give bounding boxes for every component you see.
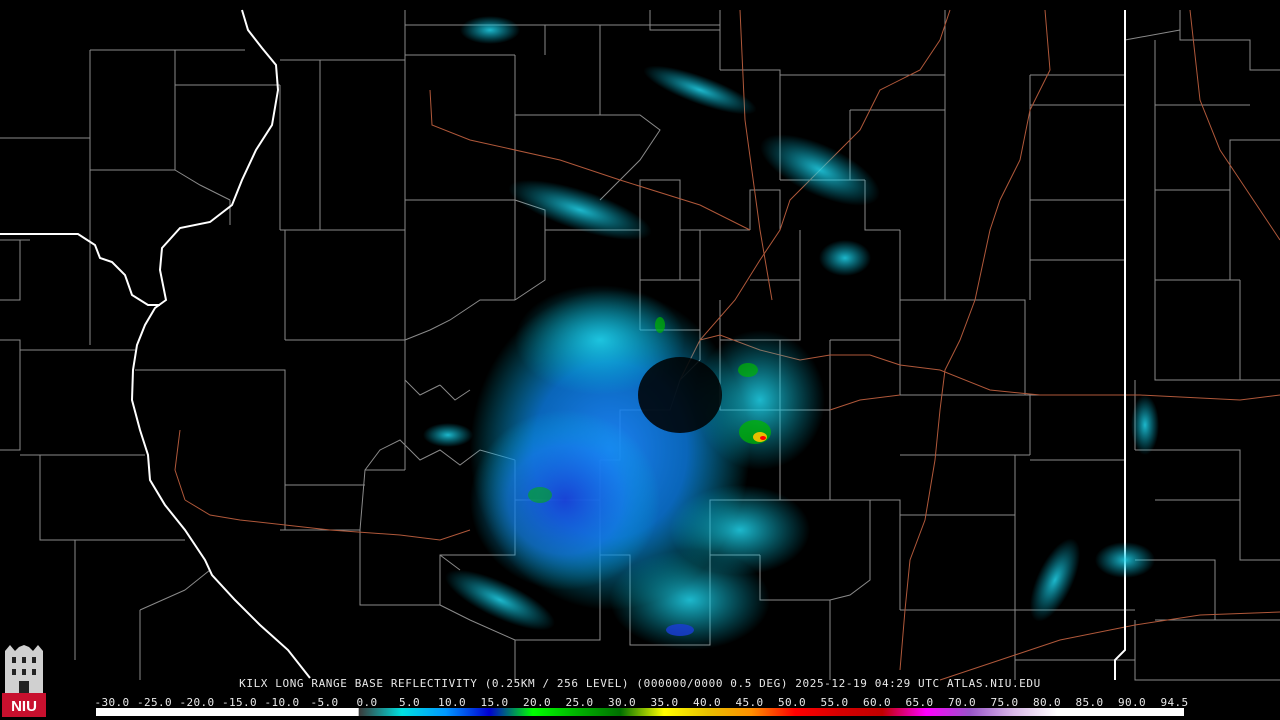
radar-map — [0, 9, 1280, 681]
color-scale-bar — [96, 708, 1184, 716]
niu-logo: NIU — [2, 645, 46, 717]
product-title: KILX LONG RANGE BASE REFLECTIVITY (0.25K… — [239, 677, 1041, 690]
color-scale-labels: -30.0 -25.0 -20.0 -15.0 -10.0 -5.0 0.0 5.0 10.0 1… — [0, 696, 1280, 709]
svg-text:NIU: NIU — [11, 698, 37, 715]
reflectivity-echoes — [423, 16, 1159, 650]
